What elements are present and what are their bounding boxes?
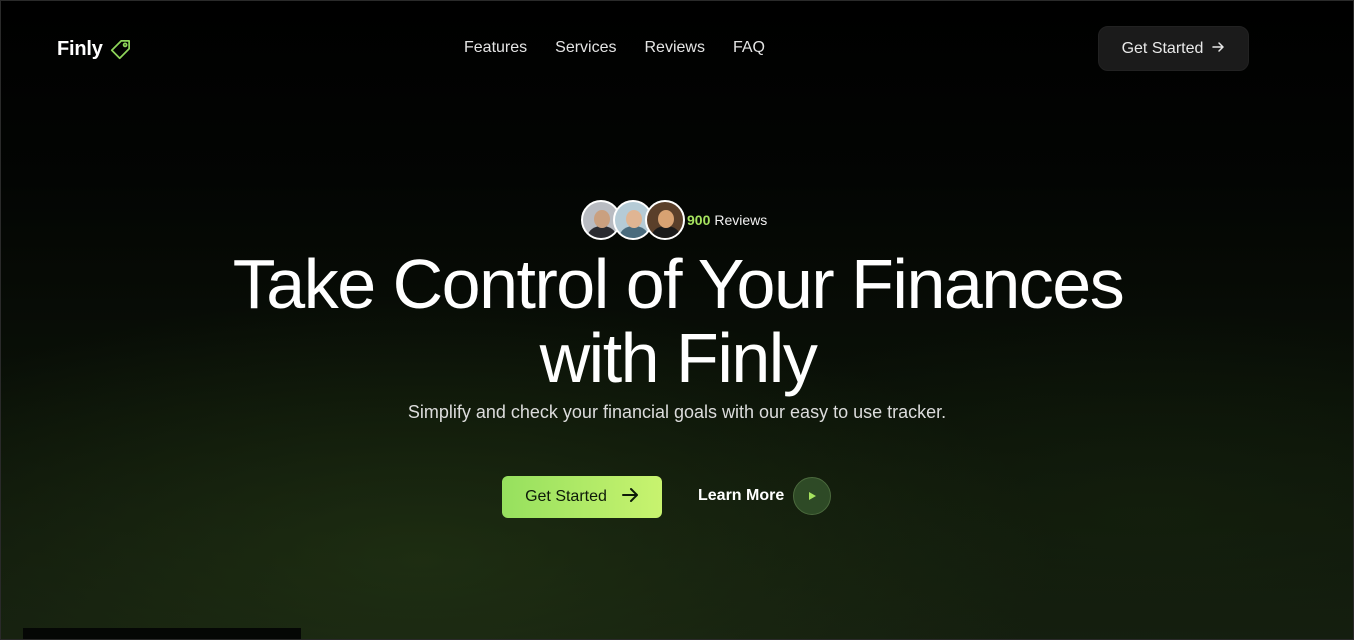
review-count: 900 (687, 212, 711, 228)
avatar (645, 200, 685, 240)
logo[interactable]: Finly (57, 35, 135, 63)
nav-get-started-label: Get Started (1121, 39, 1204, 57)
nav-link-reviews[interactable]: Reviews (645, 39, 705, 57)
learn-more-button[interactable]: Learn More (698, 477, 832, 515)
review-label: Reviews (714, 212, 768, 228)
logo-text: Finly (57, 37, 103, 60)
nav-link-faq[interactable]: FAQ (733, 39, 765, 57)
next-section-edge (23, 628, 301, 639)
get-started-button[interactable]: Get Started (502, 476, 662, 518)
reviews-badge: 900 Reviews (581, 200, 767, 240)
arrow-right-icon (1211, 40, 1225, 58)
hero-headline: Take Control of Your Finances with Finly (1, 245, 1353, 397)
nav-get-started-button[interactable]: Get Started (1098, 26, 1249, 71)
nav-link-services[interactable]: Services (555, 39, 616, 57)
landing-page: Finly Features Services Reviews FAQ Get … (0, 0, 1354, 640)
get-started-label: Get Started (525, 488, 607, 505)
hero-headline-line-2: with Finly (539, 319, 818, 397)
main-menu: Features Services Reviews FAQ (464, 39, 765, 57)
hero-subtitle: Simplify and check your financial goals … (407, 402, 947, 422)
play-icon[interactable] (793, 477, 832, 515)
hero-headline-line-1: Take Control of Your Finances (232, 245, 1125, 323)
arrow-right-icon (621, 486, 639, 508)
learn-more-label: Learn More (698, 487, 785, 504)
top-navigation: Finly Features Services Reviews FAQ Get … (1, 1, 1353, 97)
nav-link-features[interactable]: Features (464, 39, 527, 57)
tag-icon (107, 35, 135, 63)
